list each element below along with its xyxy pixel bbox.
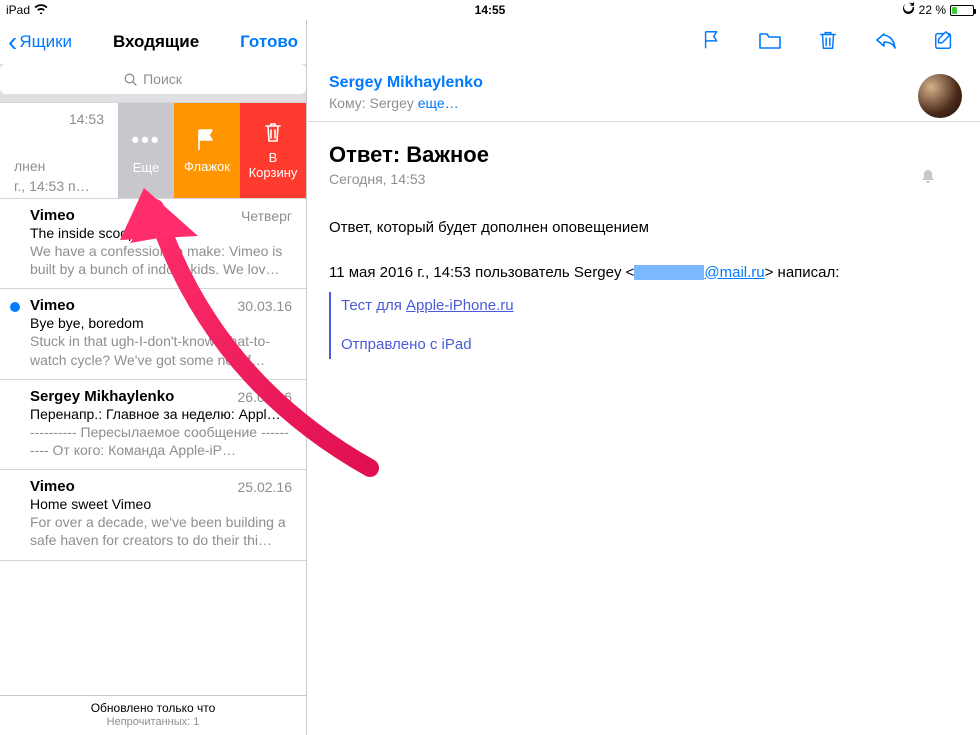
device-label: iPad <box>6 3 30 17</box>
list-row[interactable]: 26.02.16 Sergey Mikhaylenko Перенапр.: Г… <box>0 380 306 470</box>
email-domain-link[interactable]: @mail.ru <box>704 264 764 281</box>
search-input[interactable]: Поиск <box>0 64 306 94</box>
message-list[interactable]: 14:53 лнен г., 14:53 п… ••• Еще Флажок В… <box>0 102 306 695</box>
quote-header: 11 мая 2016 г., 14:53 пользователь Serge… <box>329 262 958 285</box>
row-preview: Stuck in that ugh-I-don't-know-what-to-w… <box>30 332 292 368</box>
swipe-more-button[interactable]: ••• Еще <box>118 103 174 198</box>
swipe-trash-button[interactable]: ВКорзину <box>240 103 306 198</box>
trash-icon <box>263 120 283 144</box>
redacted-email <box>634 265 704 280</box>
quoted-block: Тест для Apple-iPhone.ru Отправлено с iP… <box>329 292 958 359</box>
sidebar: ‹ Ящики Входящие Готово Поиск 14:53 лнен… <box>0 20 307 735</box>
swipe-flag-button[interactable]: Флажок <box>174 103 240 198</box>
sender-name[interactable]: Sergey Mikhaylenko <box>329 74 958 92</box>
list-row[interactable]: 30.03.16 Vimeo Bye bye, boredom Stuck in… <box>0 289 306 379</box>
flag-icon <box>196 128 218 152</box>
message-subject: Ответ: Важное <box>329 142 958 168</box>
flag-button[interactable] <box>700 29 724 56</box>
sidebar-title: Входящие <box>113 32 199 52</box>
row-time: 14:53 <box>14 111 104 127</box>
done-button[interactable]: Готово <box>240 32 298 52</box>
row-time: 26.02.16 <box>238 389 293 405</box>
row-subject: The inside scoop <box>30 225 292 241</box>
swiped-row[interactable]: 14:53 лнен г., 14:53 п… ••• Еще Флажок В… <box>0 103 306 199</box>
quoted-link[interactable]: Apple-iPhone.ru <box>406 297 514 314</box>
toolbar <box>307 20 980 64</box>
detail-pane: Sergey Mikhaylenko Кому: Sergey еще… Отв… <box>307 20 980 735</box>
status-bar: iPad 14:55 22 % <box>0 0 980 20</box>
row-preview: ---------- Пересылаемое сообщение ------… <box>30 423 292 459</box>
row-time: 25.02.16 <box>238 479 293 495</box>
message-date: Сегодня, 14:53 <box>329 171 958 187</box>
folder-button[interactable] <box>758 29 782 56</box>
battery-pct: 22 % <box>919 3 946 17</box>
row-subject: Bye bye, boredom <box>30 315 292 331</box>
recipient-line: Кому: Sergey еще… <box>329 95 958 111</box>
row-time: Четверг <box>241 208 292 224</box>
search-placeholder: Поиск <box>143 71 182 87</box>
avatar[interactable] <box>918 74 962 118</box>
clock: 14:55 <box>475 3 506 17</box>
list-row[interactable]: 25.02.16 Vimeo Home sweet Vimeo For over… <box>0 470 306 560</box>
sidebar-nav: ‹ Ящики Входящие Готово <box>0 20 306 64</box>
row-time: 30.03.16 <box>238 298 293 314</box>
trash-button[interactable] <box>816 29 840 56</box>
compose-button[interactable] <box>932 29 956 56</box>
footer-status: Обновлено только что <box>0 701 306 715</box>
wifi-icon <box>34 3 48 17</box>
bell-icon[interactable] <box>920 168 936 189</box>
battery-icon <box>950 5 974 16</box>
message-header: Sergey Mikhaylenko Кому: Sergey еще… <box>307 64 980 122</box>
sync-icon <box>902 2 915 18</box>
row-preview: We have a confession to make: Vimeo is b… <box>30 242 292 278</box>
message-body: Ответ: Важное Сегодня, 14:53 Ответ, кото… <box>307 122 980 379</box>
recipients-more-link[interactable]: еще… <box>418 95 459 111</box>
body-text: Ответ, который будет дополнен оповещение… <box>329 217 958 240</box>
reply-button[interactable] <box>874 29 898 56</box>
footer-unread: Непрочитанных: 1 <box>0 716 306 728</box>
back-label: Ящики <box>19 32 72 52</box>
row-subject: Home sweet Vimeo <box>30 496 292 512</box>
row-preview: For over a decade, we've been building a… <box>30 513 292 549</box>
search-icon <box>124 73 137 86</box>
ellipsis-icon: ••• <box>131 127 160 153</box>
chevron-left-icon: ‹ <box>8 33 17 51</box>
row-subject: Перенапр.: Главное за неделю: Appl… <box>30 406 292 422</box>
list-row[interactable]: Четверг Vimeo The inside scoop We have a… <box>0 199 306 289</box>
back-button[interactable]: ‹ Ящики <box>8 32 72 52</box>
sidebar-footer: Обновлено только что Непрочитанных: 1 <box>0 695 306 735</box>
